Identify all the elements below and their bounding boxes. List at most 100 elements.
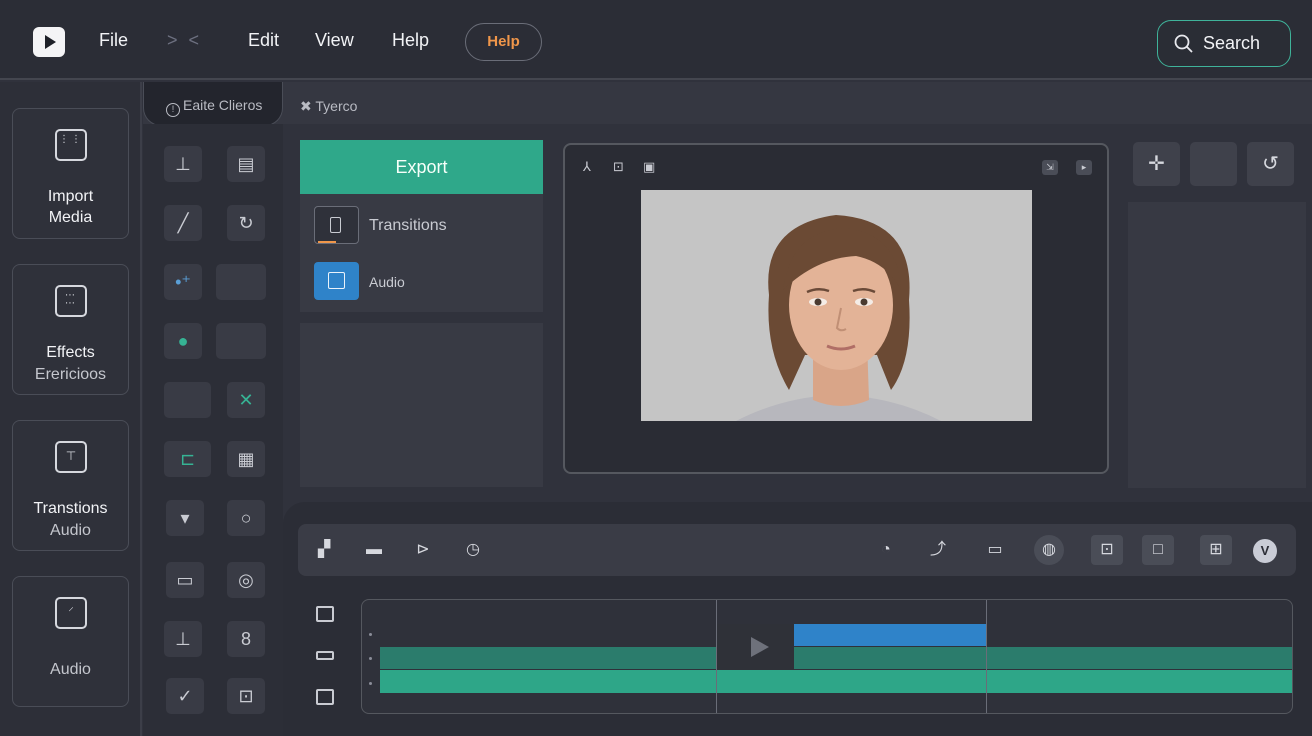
list-item-transitions[interactable]: Transitions xyxy=(314,206,534,246)
clapper-icon[interactable]: ▣ xyxy=(643,159,655,175)
mic-icon[interactable]: ◍ xyxy=(1034,535,1064,565)
tab-active[interactable]: ! Eaite Clieros xyxy=(143,82,283,126)
split-icon[interactable]: ⊞ xyxy=(1200,535,1232,565)
sidebar-item-label2: Erericioos xyxy=(34,366,107,383)
next-frame-icon[interactable]: ▸ xyxy=(1076,160,1092,175)
video-clip[interactable] xyxy=(380,647,1292,669)
sidebar-item-label2: Media xyxy=(48,209,93,226)
sidebar-item-label2: Audio xyxy=(50,522,91,539)
tab-second[interactable]: ✖ Tyerco xyxy=(300,98,357,115)
top-menu-bar: File > < Edit View Help Help Search xyxy=(0,0,1312,80)
circle-tool-icon[interactable]: ○ xyxy=(227,500,265,536)
move-icon[interactable]: ✛ xyxy=(1133,142,1180,186)
track-marker xyxy=(369,633,372,636)
sidebar-item-effects[interactable]: ⋯ ⋯ Effects Erericioos xyxy=(12,264,129,395)
speed-icon[interactable]: ◔ xyxy=(874,539,898,561)
tab-second-label: Tyerco xyxy=(315,98,358,114)
tool-palette: ⊥ ▤ ╱ ↻ •⁺ ● ✕ ⊏ ▦ ▾ ○ ▭ ◎ ⊥ 8 ✓ ⊡ xyxy=(143,124,283,736)
frame-tool-icon[interactable]: ⊡ xyxy=(227,678,265,714)
audio-icon: ⸍ xyxy=(55,597,87,629)
mask-tool-icon[interactable]: ◎ xyxy=(227,562,265,598)
media-panel: Export Transitions Audio xyxy=(300,140,543,312)
folder-icon[interactable]: ▬ xyxy=(362,539,386,561)
audio-thumb-icon xyxy=(314,262,359,300)
empty-right-button[interactable] xyxy=(1190,142,1237,186)
film-tool-icon[interactable]: ▦ xyxy=(227,441,265,477)
preview-frame-image xyxy=(641,190,1032,421)
nav-arrows-icon[interactable]: > < xyxy=(167,30,202,51)
search-button[interactable]: Search xyxy=(1157,20,1291,67)
menu-file[interactable]: File xyxy=(99,30,128,51)
camera-icon[interactable]: ▭ xyxy=(983,539,1007,561)
panel-empty-area xyxy=(300,323,543,487)
track-subtitle-icon[interactable] xyxy=(316,689,334,705)
empty-tool-slot[interactable] xyxy=(216,264,266,300)
cross-tool-icon[interactable]: ✕ xyxy=(227,382,265,418)
app-logo-play-icon[interactable] xyxy=(33,27,65,57)
playhead[interactable] xyxy=(716,600,717,713)
sidebar-item-label2: Audio xyxy=(50,661,91,678)
avatar[interactable]: V xyxy=(1253,539,1277,563)
menu-view[interactable]: View xyxy=(315,30,354,51)
track-marker xyxy=(369,657,372,660)
anchor-tool-icon[interactable]: ⊥ xyxy=(164,146,202,182)
search-icon xyxy=(1174,34,1193,53)
empty-tool-slot[interactable] xyxy=(164,382,211,418)
sidebar-item-transitions[interactable]: ⊤ Transtions Audio xyxy=(12,420,129,551)
export-button[interactable]: Export xyxy=(300,140,543,194)
sidebar-item-audio[interactable]: ⸍ Audio xyxy=(12,576,129,707)
curve-icon[interactable]: ⤴ xyxy=(926,539,950,561)
paint-tool-icon[interactable]: ● xyxy=(164,323,202,359)
timeline-tracks[interactable] xyxy=(361,599,1293,714)
list-item-label: Audio xyxy=(369,274,405,290)
track-marker xyxy=(369,682,372,685)
grid-icon: ⋮⋮ xyxy=(55,129,87,161)
dots-grid-icon: ⋯ ⋯ xyxy=(55,285,87,317)
portrait-image xyxy=(641,190,1032,421)
crop-tool-icon[interactable]: ⊏ xyxy=(164,441,211,477)
square-icon[interactable]: □ xyxy=(1142,535,1174,565)
rotate-tool-icon[interactable]: ↻ xyxy=(227,205,265,241)
sidebar-item-label: Import xyxy=(47,188,94,205)
sidebar-item-label: Transtions xyxy=(33,500,108,517)
effect-clip[interactable] xyxy=(794,624,987,646)
preview-window: ⅄ ⊡ ▣ ⇲ ▸ xyxy=(563,143,1109,474)
tab-active-label: Eaite Clieros xyxy=(183,97,263,113)
inspector-panel xyxy=(1128,202,1306,488)
list-item-label: Transitions xyxy=(369,217,447,234)
comment-tool-icon[interactable]: ▾ xyxy=(166,500,204,536)
send-icon[interactable]: ⊳ xyxy=(411,539,435,561)
help-button[interactable]: Help xyxy=(465,23,542,61)
fit-icon[interactable]: ⇲ xyxy=(1042,160,1058,175)
duplicate-icon[interactable]: ▞ xyxy=(312,539,336,561)
stamp-tool-icon[interactable]: ⊥ xyxy=(164,621,202,657)
list-item-audio[interactable]: Audio xyxy=(314,262,534,302)
crop-box-icon[interactable]: ⊡ xyxy=(1091,535,1123,565)
info-icon: ! xyxy=(166,103,180,117)
node-tool-icon[interactable]: •⁺ xyxy=(164,264,202,300)
menu-edit[interactable]: Edit xyxy=(248,30,279,51)
sidebar-item-label: Effects xyxy=(46,344,95,361)
caption-tool-icon[interactable]: ▭ xyxy=(166,562,204,598)
monitor-icon: ⊤ xyxy=(55,441,87,473)
link-tool-icon[interactable]: 8 xyxy=(227,621,265,657)
reset-icon[interactable]: ↺ xyxy=(1247,142,1294,186)
close-icon[interactable]: ✖ xyxy=(300,98,312,114)
audio-clip[interactable] xyxy=(380,670,1292,693)
menu-help[interactable]: Help xyxy=(392,30,429,51)
line-tool-icon[interactable]: ╱ xyxy=(164,205,202,241)
marker-line[interactable] xyxy=(986,600,987,713)
frame-icon[interactable]: ⊡ xyxy=(613,159,624,175)
transitions-thumb-icon xyxy=(314,206,359,244)
track-video-icon[interactable] xyxy=(316,606,334,622)
check-tool-icon[interactable]: ✓ xyxy=(166,678,204,714)
list-tool-icon[interactable]: ▤ xyxy=(227,146,265,182)
left-sidebar: ⋮⋮ Import Media ⋯ ⋯ Effects Erericioos ⊤ … xyxy=(0,82,142,736)
clock-icon[interactable]: ◷ xyxy=(461,539,485,561)
sidebar-item-import-media[interactable]: ⋮⋮ Import Media xyxy=(12,108,129,239)
empty-tool-slot[interactable] xyxy=(216,323,266,359)
play-icon[interactable] xyxy=(717,624,794,670)
track-audio-icon[interactable] xyxy=(316,651,334,660)
pin-icon[interactable]: ⅄ xyxy=(583,159,591,175)
timeline-toolbar: ▞ ▬ ⊳ ◷ ◔ ⤴ ▭ ◍ ⊡ □ ⊞ V xyxy=(298,524,1296,576)
